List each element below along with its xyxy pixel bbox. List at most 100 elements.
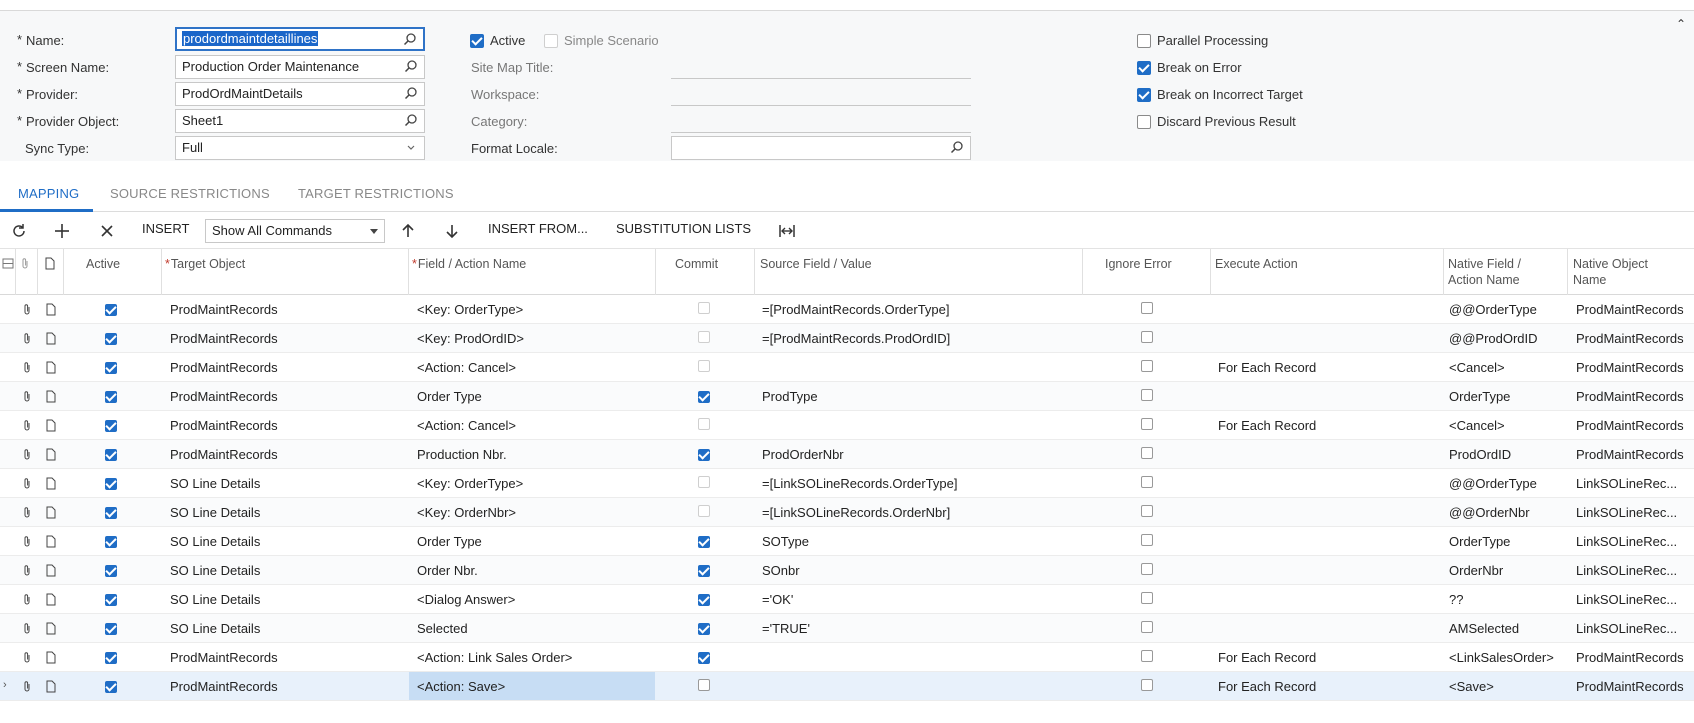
commit-checkbox[interactable] (698, 650, 710, 665)
execute-action-cell[interactable]: For Each Record (1218, 418, 1438, 433)
active-checkbox[interactable] (105, 331, 117, 346)
source-field-cell[interactable]: =[LinkSOLineRecords.OrderNbr] (762, 505, 1077, 520)
search-icon[interactable] (404, 59, 418, 73)
field-action-cell[interactable]: Selected (417, 621, 647, 636)
ignore-error-checkbox[interactable] (1141, 534, 1153, 549)
commit-checkbox[interactable] (698, 302, 710, 317)
attachment-icon[interactable] (21, 535, 33, 548)
note-icon[interactable] (45, 390, 57, 403)
attachment-icon[interactable] (21, 448, 33, 461)
commit-checkbox[interactable] (698, 331, 710, 346)
arrow-up-icon[interactable] (399, 222, 417, 240)
source-field-cell[interactable]: SOType (762, 534, 1077, 549)
note-icon[interactable] (45, 448, 57, 461)
target-object-cell[interactable]: SO Line Details (170, 476, 400, 491)
field-action-cell[interactable]: <Action: Link Sales Order> (417, 650, 647, 665)
table-row[interactable]: ProdMaintRecords Production Nbr. ProdOrder… (0, 440, 1694, 469)
col-execute-action[interactable]: Execute Action (1215, 256, 1298, 272)
ignore-error-checkbox[interactable] (1141, 418, 1153, 433)
col-commit[interactable]: Commit (675, 256, 718, 272)
field-action-cell[interactable]: Order Nbr. (417, 563, 647, 578)
fit-columns-icon[interactable] (778, 222, 796, 240)
note-icon[interactable] (45, 680, 57, 693)
commit-checkbox[interactable] (698, 418, 710, 433)
active-checkbox[interactable] (105, 592, 117, 607)
source-field-cell[interactable]: ='OK' (762, 592, 1077, 607)
tab-target-restrictions[interactable]: TARGET RESTRICTIONS (298, 186, 454, 201)
refresh-icon[interactable] (10, 222, 28, 240)
table-row[interactable]: SO Line Details <Dialog Answer> ='OK'?? Lin… (0, 585, 1694, 614)
ignore-error-checkbox[interactable] (1141, 331, 1153, 346)
sync-type-select[interactable]: Full (175, 136, 425, 160)
table-row[interactable]: ProdMaintRecords <Key: OrderType> =[ProdMa… (0, 295, 1694, 324)
execute-action-cell[interactable]: For Each Record (1218, 360, 1438, 375)
table-row[interactable]: SO Line Details Order Type SOType OrderType… (0, 527, 1694, 556)
active-checkbox[interactable] (105, 447, 117, 462)
note-icon[interactable] (45, 651, 57, 664)
target-object-cell[interactable]: SO Line Details (170, 592, 400, 607)
field-action-cell[interactable]: <Action: Save> (417, 679, 647, 694)
active-checkbox[interactable] (105, 650, 117, 665)
note-icon[interactable] (45, 593, 57, 606)
field-action-cell[interactable]: Order Type (417, 389, 647, 404)
note-icon[interactable] (45, 361, 57, 374)
table-row[interactable]: SO Line Details Order Nbr. SOnbr OrderNbr Li… (0, 556, 1694, 585)
note-icon[interactable] (45, 564, 57, 577)
discard-previous-result-checkbox[interactable]: Discard Previous Result (1137, 114, 1296, 129)
target-object-cell[interactable]: ProdMaintRecords (170, 360, 400, 375)
parallel-processing-checkbox[interactable]: Parallel Processing (1137, 33, 1268, 48)
table-row[interactable]: SO Line Details Selected ='TRUE' AMSelected… (0, 614, 1694, 643)
commit-checkbox[interactable] (698, 389, 710, 404)
commit-checkbox[interactable] (698, 621, 710, 636)
commit-checkbox[interactable] (698, 476, 710, 491)
add-row-icon[interactable] (53, 222, 71, 240)
table-row[interactable]: SO Line Details <Key: OrderNbr> =[LinkSOLi… (0, 498, 1694, 527)
attachment-icon[interactable] (21, 593, 33, 606)
active-checkbox[interactable] (105, 360, 117, 375)
target-object-cell[interactable]: SO Line Details (170, 563, 400, 578)
tab-source-restrictions[interactable]: SOURCE RESTRICTIONS (110, 186, 270, 201)
active-checkbox[interactable]: Active (470, 33, 525, 48)
ignore-error-checkbox[interactable] (1141, 505, 1153, 520)
format-locale-field[interactable] (671, 136, 971, 160)
ignore-error-checkbox[interactable] (1141, 592, 1153, 607)
attachment-icon[interactable] (21, 622, 33, 635)
target-object-cell[interactable]: SO Line Details (170, 505, 400, 520)
field-action-cell[interactable]: <Key: OrderNbr> (417, 505, 647, 520)
table-row[interactable]: ProdMaintRecords Order Type ProdType OrderT… (0, 382, 1694, 411)
simple-scenario-checkbox[interactable]: Simple Scenario (544, 33, 659, 48)
commit-checkbox[interactable] (698, 592, 710, 607)
note-icon[interactable] (45, 303, 57, 316)
insert-button[interactable]: INSERT (142, 221, 189, 236)
commit-checkbox[interactable] (698, 360, 710, 375)
execute-action-cell[interactable]: For Each Record (1218, 679, 1438, 694)
attachment-icon[interactable] (21, 390, 33, 403)
col-source-field[interactable]: Source Field / Value (760, 256, 872, 272)
attachment-icon[interactable] (21, 361, 33, 374)
field-action-cell[interactable]: <Dialog Answer> (417, 592, 647, 607)
row-selector-icon[interactable] (2, 257, 14, 270)
ignore-error-checkbox[interactable] (1141, 302, 1153, 317)
col-field-action[interactable]: *Field / Action Name (412, 256, 526, 272)
active-checkbox[interactable] (105, 621, 117, 636)
source-field-cell[interactable]: =[LinkSOLineRecords.OrderType] (762, 476, 1077, 491)
note-icon[interactable] (45, 506, 57, 519)
execute-action-cell[interactable]: For Each Record (1218, 650, 1438, 665)
table-row[interactable]: ProdMaintRecords <Action: Cancel> For Each… (0, 411, 1694, 440)
source-field-cell[interactable]: SOnbr (762, 563, 1077, 578)
break-on-error-checkbox[interactable]: Break on Error (1137, 60, 1242, 75)
ignore-error-checkbox[interactable] (1141, 389, 1153, 404)
insert-from-button[interactable]: INSERT FROM... (488, 221, 588, 236)
col-ignore-error[interactable]: Ignore Error (1105, 256, 1172, 272)
col-active[interactable]: Active (86, 256, 120, 272)
attachment-icon[interactable] (21, 303, 33, 316)
table-row[interactable]: ProdMaintRecords <Key: ProdOrdID> =[ProdMa… (0, 324, 1694, 353)
field-action-cell[interactable]: Order Type (417, 534, 647, 549)
active-checkbox[interactable] (105, 505, 117, 520)
commit-checkbox[interactable] (698, 679, 710, 694)
name-field[interactable]: prodordmaintdetaillines (175, 27, 425, 51)
col-native-object[interactable]: Native Object Name (1573, 256, 1648, 288)
commit-checkbox[interactable] (698, 447, 710, 462)
attachment-icon[interactable] (21, 419, 33, 432)
target-object-cell[interactable]: ProdMaintRecords (170, 447, 400, 462)
